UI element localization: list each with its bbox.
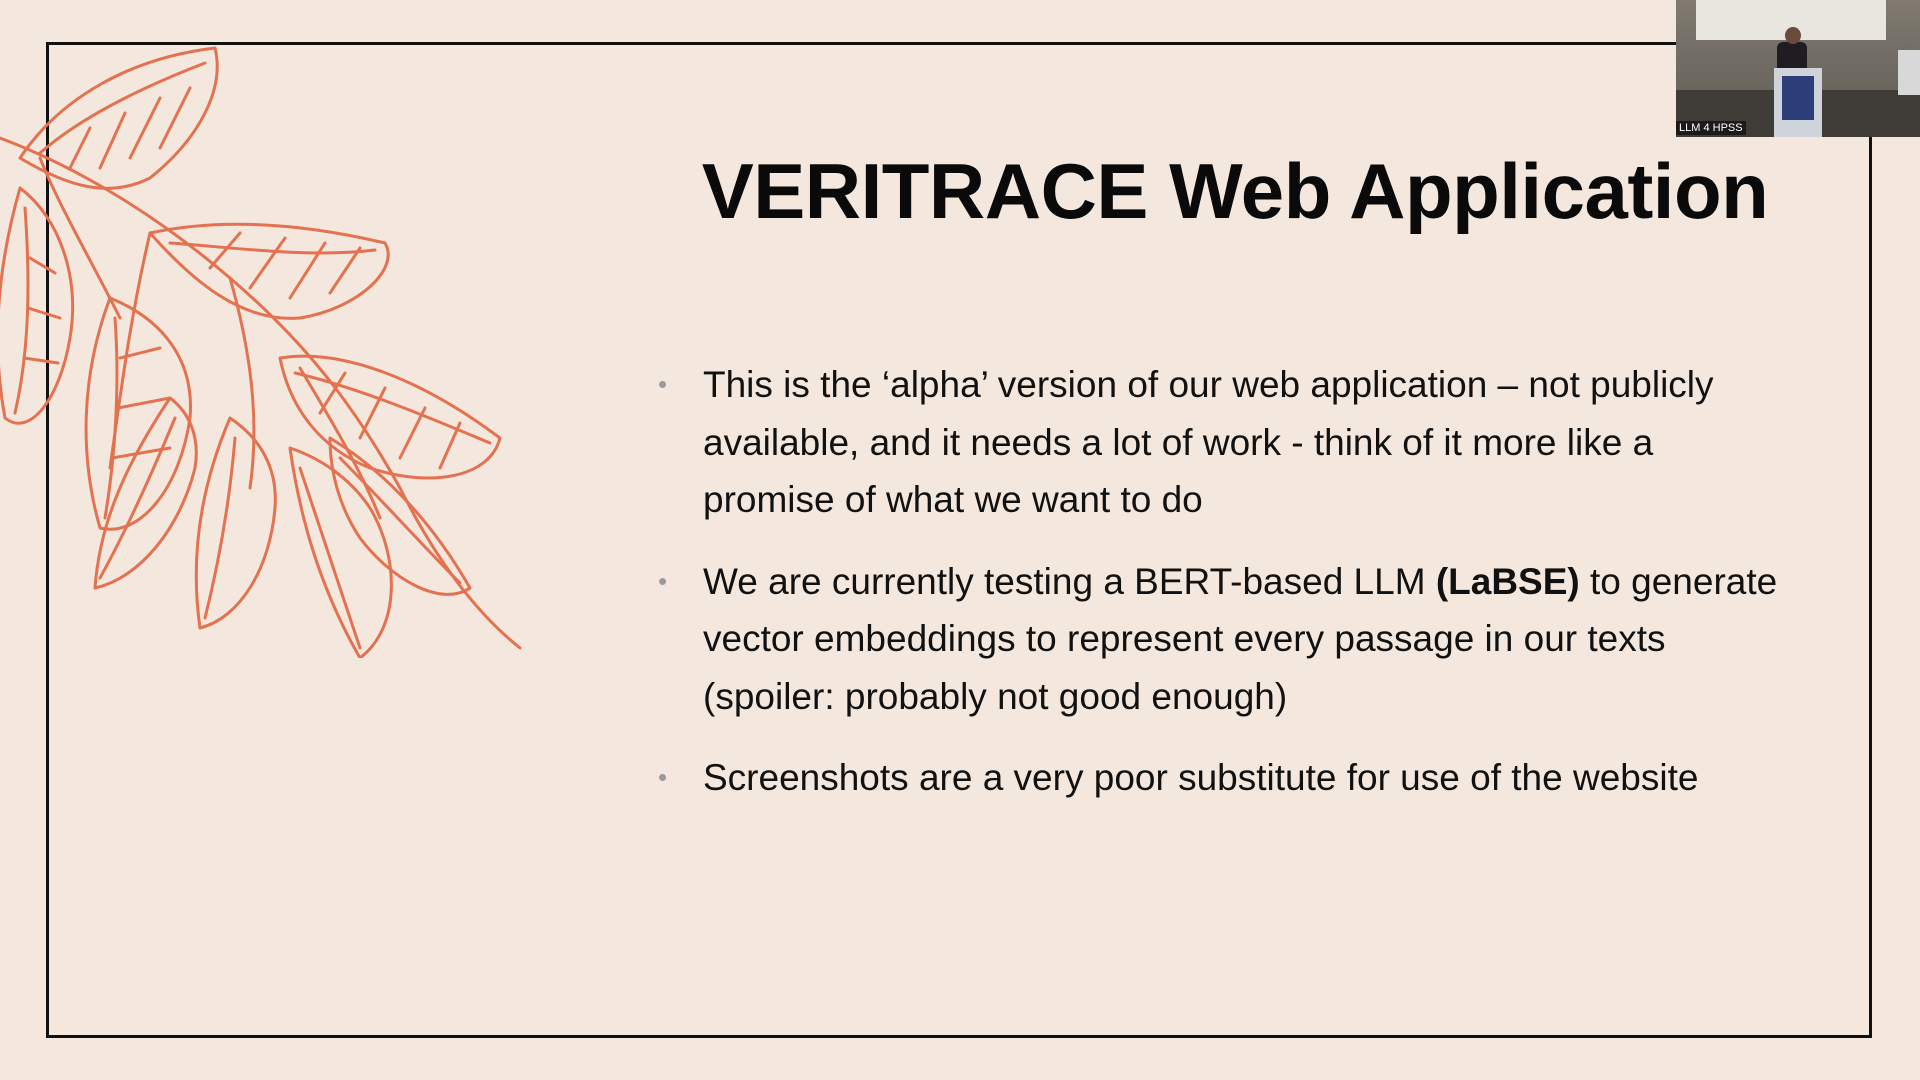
bullet-item: • This is the ‘alpha’ version of our web… bbox=[658, 356, 1788, 529]
bullet-list: • This is the ‘alpha’ version of our web… bbox=[658, 356, 1788, 831]
speaker-video-thumbnail[interactable]: LLM 4 HPSS bbox=[1676, 0, 1920, 137]
bullet-item: • Screenshots are a very poor substitute… bbox=[658, 749, 1788, 807]
bullet-icon: • bbox=[658, 369, 668, 399]
slide-title: VERITRACE Web Application bbox=[701, 147, 1769, 235]
bullet-text: We are currently testing a BERT-based LL… bbox=[703, 560, 1436, 602]
presentation-slide: VERITRACE Web Application • This is the … bbox=[0, 0, 1920, 1080]
video-label: LLM 4 HPSS bbox=[1676, 121, 1746, 135]
bullet-text: This is the ‘alpha’ version of our web a… bbox=[703, 364, 1714, 520]
speaker-head bbox=[1785, 27, 1801, 44]
bullet-text: Screenshots are a very poor substitute f… bbox=[703, 757, 1699, 798]
bullet-icon: • bbox=[658, 565, 668, 596]
podium-logo bbox=[1782, 76, 1814, 120]
bullet-icon: • bbox=[658, 762, 668, 792]
video-chair bbox=[1898, 50, 1920, 95]
bullet-bold-text: (LaBSE) bbox=[1435, 560, 1580, 602]
botanical-leaf-illustration bbox=[0, 46, 522, 658]
bullet-item: • We are currently testing a BERT-based … bbox=[658, 553, 1788, 726]
